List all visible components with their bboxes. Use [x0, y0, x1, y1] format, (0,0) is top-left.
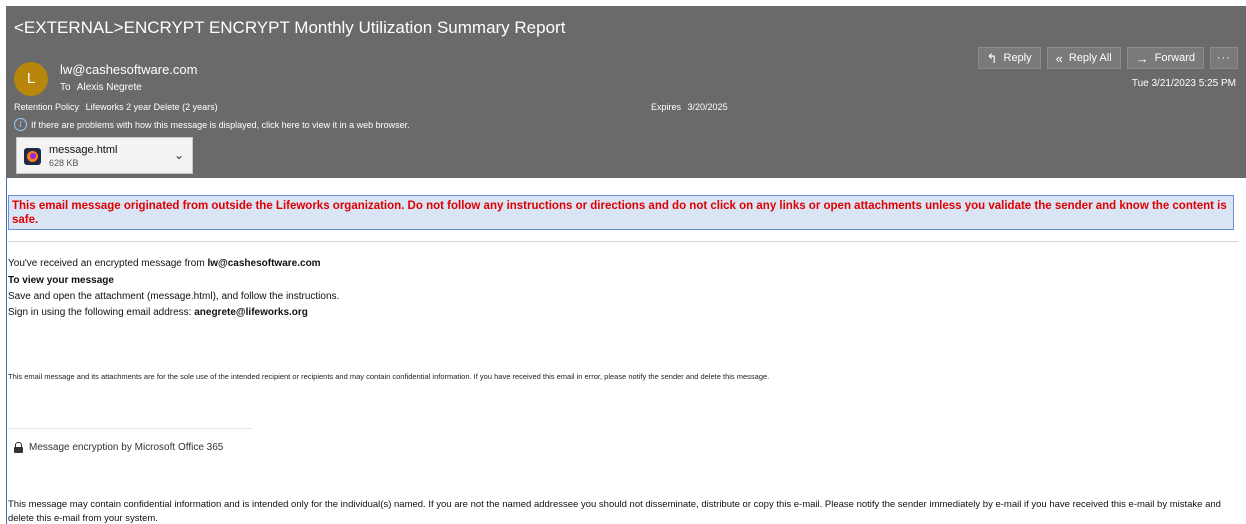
- sender-address[interactable]: lw@cashesoftware.com: [60, 62, 197, 77]
- instruction-line: Save and open the attachment (message.ht…: [8, 291, 340, 302]
- retention-policy: Retention Policy Lifeworks 2 year Delete…: [14, 102, 218, 112]
- encryption-notice: Message encryption by Microsoft Office 3…: [14, 442, 223, 453]
- forward-label: Forward: [1154, 52, 1195, 64]
- message-actions: ↰ Reply « Reply All → Forward ···: [977, 47, 1238, 69]
- legal-disclaimer: This message may contain confidential in…: [8, 499, 1221, 524]
- more-actions-button[interactable]: ···: [1210, 47, 1238, 69]
- attachment-name: message.html: [49, 144, 118, 156]
- expires-value: 3/20/2025: [687, 102, 728, 112]
- signin-prefix: Sign in using the following email addres…: [8, 307, 195, 318]
- retention-label: Retention Policy: [14, 102, 80, 112]
- message-header: <EXTERNAL>ENCRYPT ENCRYPT Monthly Utiliz…: [6, 6, 1246, 178]
- received-datetime: Tue 3/21/2023 5:25 PM: [1131, 78, 1236, 89]
- received-sender: lw@cashesoftware.com: [207, 258, 321, 269]
- view-heading: To view your message: [8, 275, 114, 286]
- to-label: To: [60, 82, 71, 93]
- recipient-name[interactable]: Alexis Negrete: [77, 82, 142, 93]
- body-separator: [8, 241, 1238, 242]
- encryption-text: Message encryption by Microsoft Office 3…: [29, 442, 224, 453]
- forward-icon: →: [1135, 50, 1149, 66]
- retention-value: Lifeworks 2 year Delete (2 years): [85, 102, 218, 112]
- forward-button[interactable]: → Forward: [1126, 47, 1204, 69]
- view-in-browser-text: If there are problems with how this mess…: [31, 119, 410, 130]
- email-subject: <EXTERNAL>ENCRYPT ENCRYPT Monthly Utiliz…: [14, 18, 566, 37]
- attachment-card[interactable]: message.html 628 KB ⌄: [16, 137, 193, 174]
- firefox-file-icon: [24, 148, 41, 165]
- reply-label: Reply: [1003, 52, 1032, 64]
- expires-label: Expires: [651, 102, 682, 112]
- reply-all-button[interactable]: « Reply All: [1046, 47, 1121, 69]
- view-in-browser-notice[interactable]: i If there are problems with how this me…: [14, 118, 410, 131]
- received-prefix: You've received an encrypted message fro…: [8, 258, 208, 269]
- body-left-rule: [6, 178, 7, 524]
- info-icon: i: [14, 118, 27, 131]
- encryption-separator: [8, 428, 252, 429]
- chevron-down-icon[interactable]: ⌄: [174, 148, 184, 162]
- more-icon: ···: [1217, 52, 1231, 64]
- reply-all-label: Reply All: [1068, 52, 1112, 64]
- recipient-line: To Alexis Negrete: [60, 82, 142, 93]
- attachment-size: 628 KB: [49, 158, 79, 168]
- reply-icon: ↰: [986, 50, 998, 66]
- signin-line: Sign in using the following email addres…: [8, 307, 308, 318]
- confidentiality-note: This email message and its attachments a…: [8, 372, 770, 381]
- reply-button[interactable]: ↰ Reply: [977, 47, 1041, 69]
- lock-icon: [14, 442, 23, 453]
- email-reading-pane: <EXTERNAL>ENCRYPT ENCRYPT Monthly Utiliz…: [0, 0, 1246, 524]
- view-heading-text: To view your message: [8, 275, 114, 286]
- signin-email: anegrete@lifeworks.org: [194, 307, 308, 318]
- external-sender-warning: This email message originated from outsi…: [8, 195, 1234, 230]
- sender-avatar[interactable]: L: [14, 62, 48, 96]
- reply-all-icon: «: [1055, 50, 1063, 66]
- received-line: You've received an encrypted message fro…: [8, 258, 321, 269]
- expiry-info: Expires 3/20/2025: [651, 102, 728, 112]
